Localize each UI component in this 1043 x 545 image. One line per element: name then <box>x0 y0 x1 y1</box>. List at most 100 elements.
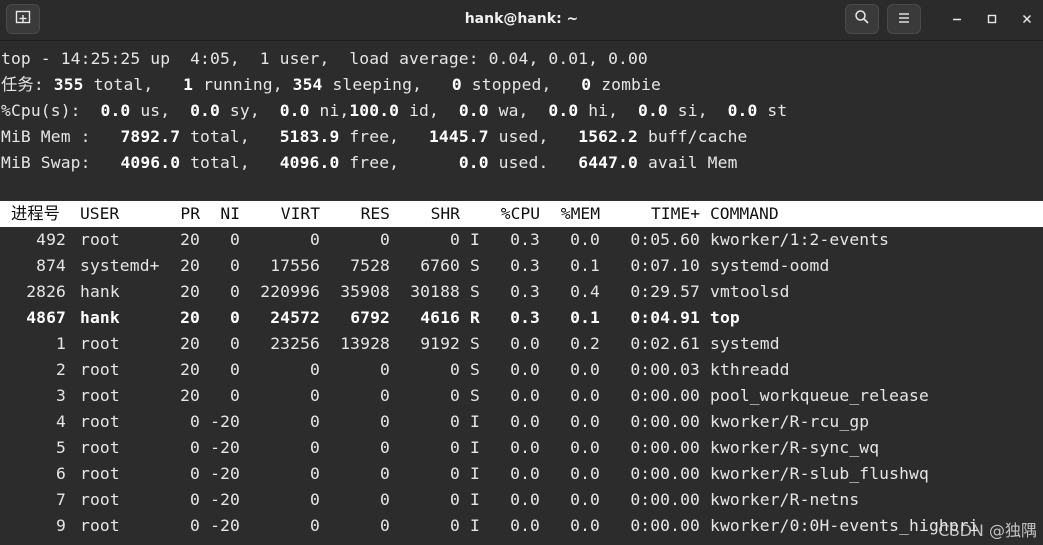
process-row: 492 root 20 0 0 0 0 I 0.3 0.0 0:05.60 kworker/1:2-e… <box>0 227 1043 253</box>
cell-shr: 9192 <box>420 334 460 353</box>
cell-mem: 0.0 <box>570 516 600 535</box>
maximize-button[interactable] <box>977 4 1007 34</box>
cell-s: I <box>470 516 480 535</box>
cell-pid: 1 <box>56 334 66 353</box>
cell-pr: 0 <box>190 464 200 483</box>
cell-time: 0:29.57 <box>630 282 700 301</box>
time-header: TIME+ <box>650 204 700 223</box>
cpu-wa: 0.0 <box>458 101 489 120</box>
cell-time: 0:00.00 <box>630 490 700 509</box>
cell-s: S <box>470 360 480 379</box>
minimize-icon <box>951 10 963 29</box>
cell-pid: 492 <box>36 230 66 249</box>
cell-s: R <box>470 308 480 327</box>
cell-cpu: 0.3 <box>510 282 540 301</box>
cell-virt: 0 <box>310 360 320 379</box>
cell-user: root <box>80 516 120 535</box>
cell-pid: 6 <box>56 464 66 483</box>
cell-res: 0 <box>380 516 390 535</box>
cell-pr: 20 <box>180 256 200 275</box>
cell-shr: 0 <box>450 516 460 535</box>
cell-pid: 4867 <box>26 308 66 327</box>
process-row: 7 root 0 -20 0 0 0 I 0.0 0.0 0:00.00 kworker/R-netn… <box>0 487 1043 513</box>
title-bar: hank@hank: ~ <box>0 0 1043 41</box>
tasks-zombie-label: zombie <box>591 75 661 94</box>
menu-button[interactable] <box>887 4 921 34</box>
cell-time: 0:00.00 <box>630 386 700 405</box>
cell-res: 7528 <box>350 256 390 275</box>
mem-total: 7892.7 <box>120 127 181 146</box>
cpu-ni-label: ni, <box>309 101 350 120</box>
cell-mem: 0.0 <box>570 230 600 249</box>
swap-free: 4096.0 <box>279 153 340 172</box>
cell-cpu: 0.0 <box>510 464 540 483</box>
cell-virt: 0 <box>310 230 320 249</box>
new-tab-button[interactable] <box>6 4 40 34</box>
cell-s: S <box>470 386 480 405</box>
process-row: 2826 hank 20 0 220996 35908 30188 S 0.3 0.4 0:29.5… <box>0 279 1043 305</box>
cell-res: 0 <box>380 230 390 249</box>
shr-header: SHR <box>430 204 460 223</box>
cell-cpu: 0.0 <box>510 412 540 431</box>
mem-free-label: free, <box>339 127 400 146</box>
cell-cmd: systemd-oomd <box>710 256 830 275</box>
cell-cpu: 0.3 <box>510 256 540 275</box>
cell-shr: 6760 <box>420 256 460 275</box>
mem-used: 1445.7 <box>428 127 489 146</box>
cell-time: 0:02.61 <box>630 334 700 353</box>
terminal-output[interactable]: top - 14:25:25 up 4:05, 1 user, load ave… <box>0 41 1043 545</box>
mem-header: %MEM <box>560 204 600 223</box>
cell-pr: 0 <box>190 490 200 509</box>
cell-virt: 0 <box>310 438 320 457</box>
swap-label: MiB Swap: <box>1 153 91 172</box>
cell-mem: 0.4 <box>570 282 600 301</box>
cell-user: root <box>80 334 120 353</box>
cell-user: systemd+ <box>80 256 160 275</box>
cell-mem: 0.0 <box>570 438 600 457</box>
cell-user: root <box>80 412 120 431</box>
cell-virt: 0 <box>310 490 320 509</box>
minimize-button[interactable] <box>942 4 972 34</box>
process-row: 3 root 20 0 0 0 0 S 0.0 0.0 0:00.00 pool_workqueue_… <box>0 383 1043 409</box>
mem-buff: 1562.2 <box>578 127 638 146</box>
process-row: 2 root 20 0 0 0 0 S 0.0 0.0 0:00.03 kthreadd <box>0 357 1043 383</box>
cell-res: 35908 <box>340 282 390 301</box>
cell-user: hank <box>80 308 120 327</box>
cpu-header: %CPU <box>500 204 540 223</box>
cell-virt: 0 <box>310 516 320 535</box>
swap-avail-label: avail Mem <box>638 153 738 172</box>
cell-s: S <box>470 256 480 275</box>
cpu-label: %Cpu(s): <box>1 101 81 120</box>
cell-time: 0:00.00 <box>630 438 700 457</box>
cell-virt: 0 <box>310 386 320 405</box>
cell-cmd: kworker/R-rcu_gp <box>710 412 870 431</box>
tasks-line: 任务: 355 total, 1 running, 354 sleeping, … <box>1 72 661 98</box>
cell-cmd: kworker/1:2-events <box>710 230 890 249</box>
cell-time: 0:00.03 <box>630 360 700 379</box>
cpu-si-label: si, <box>667 101 708 120</box>
cell-shr: 4616 <box>420 308 460 327</box>
cell-pr: 20 <box>180 308 200 327</box>
swap-avail: 6447.0 <box>578 153 638 172</box>
close-button[interactable] <box>1012 4 1042 34</box>
process-row: 4867 hank 20 0 24572 6792 4616 R 0.3 0.1 0:04.91 to… <box>0 305 1043 331</box>
cell-pid: 4 <box>56 412 66 431</box>
cell-pid: 5 <box>56 438 66 457</box>
cpu-sy-label: sy, <box>219 101 260 120</box>
cpu-st: 0.0 <box>727 101 758 120</box>
cpu-line: %Cpu(s): 0.0 us, 0.0 sy, 0.0 ni,100.0 id… <box>1 98 787 124</box>
cell-ni: 0 <box>230 256 240 275</box>
tasks-sleeping: 354 <box>292 75 323 94</box>
terminal-window: hank@hank: ~ top - 14:25:25 up 4:05, 1 u… <box>0 0 1043 545</box>
tasks-sleeping-label: sleeping, <box>322 75 423 94</box>
search-button[interactable] <box>845 4 879 34</box>
mem-total-label: total, <box>180 127 250 146</box>
cell-ni: 0 <box>230 230 240 249</box>
cell-shr: 0 <box>450 464 460 483</box>
cpu-us: 0.0 <box>100 101 131 120</box>
cell-mem: 0.0 <box>570 490 600 509</box>
cell-virt: 0 <box>310 412 320 431</box>
cell-time: 0:07.10 <box>630 256 700 275</box>
cell-time: 0:00.00 <box>630 412 700 431</box>
cell-cmd: kthreadd <box>710 360 790 379</box>
